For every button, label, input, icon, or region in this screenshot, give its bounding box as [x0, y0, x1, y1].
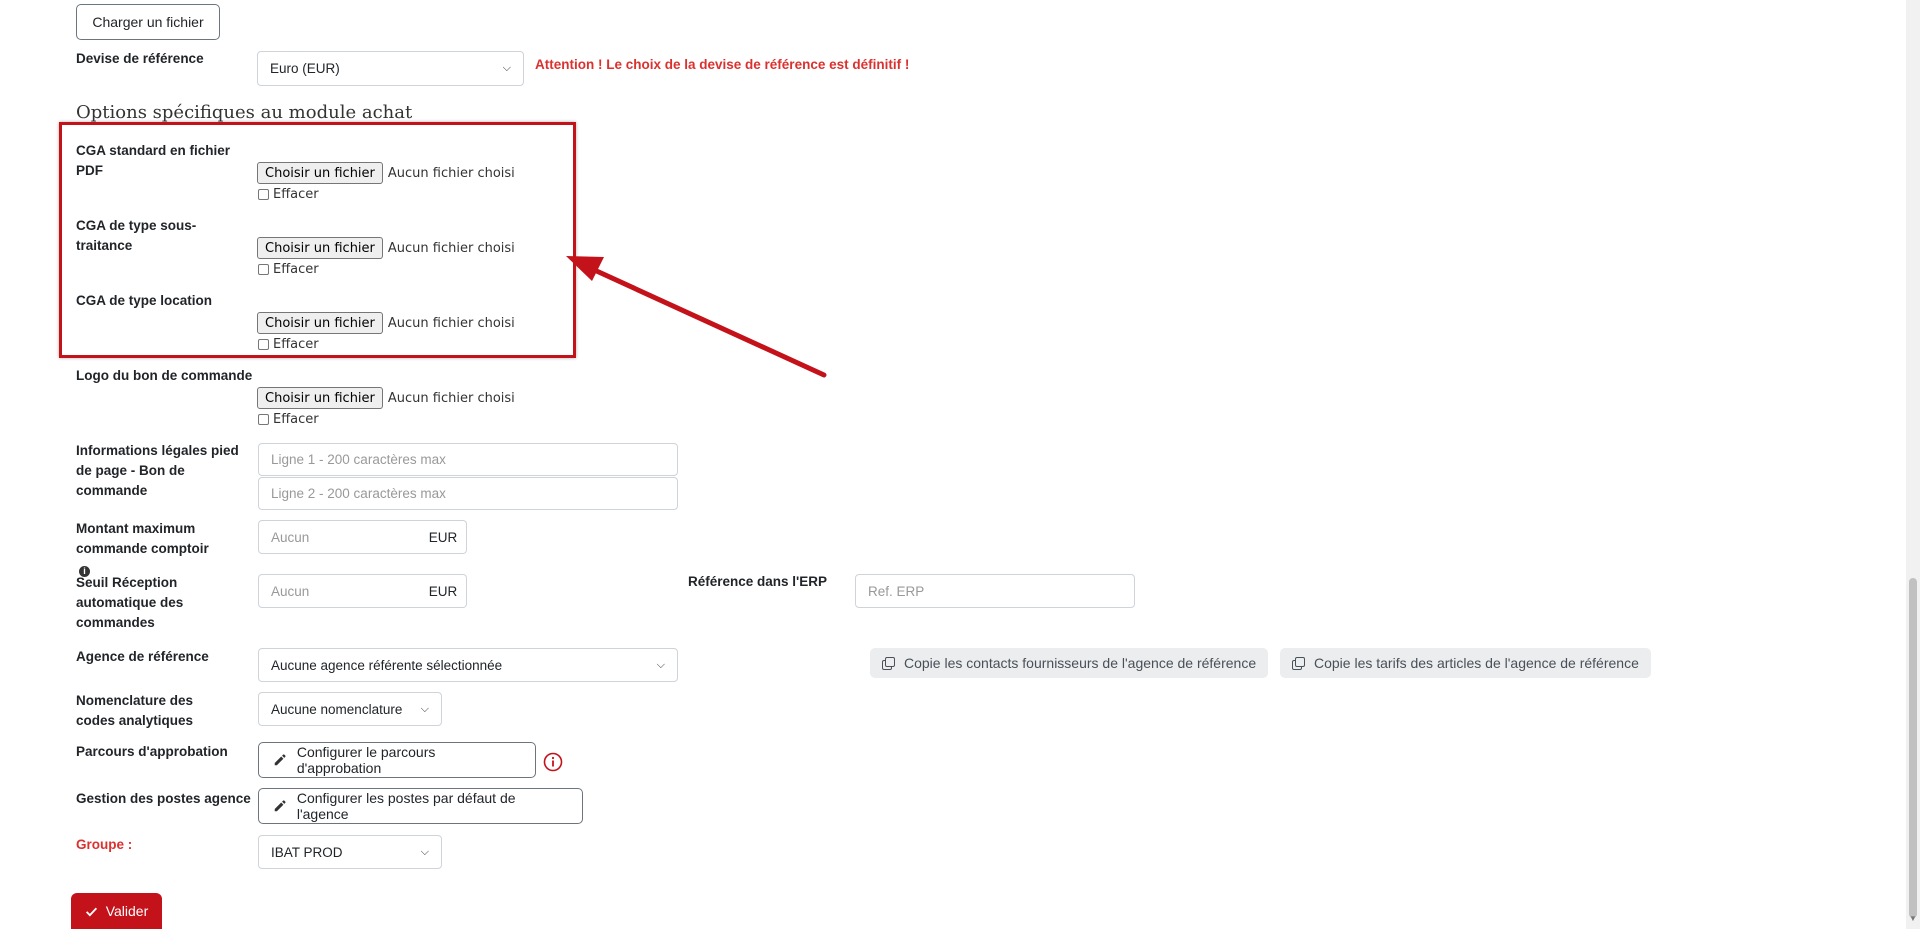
auto-reception-unit: EUR — [420, 574, 467, 608]
auto-reception-input[interactable]: Aucun — [258, 574, 421, 608]
scroll-down-arrow[interactable]: ▼ — [1909, 915, 1917, 923]
file-status: Aucun fichier choisi — [388, 390, 515, 406]
file-status-text: Aucun fichier choisi — [387, 391, 515, 406]
pencil-icon — [274, 754, 286, 766]
group-select-value: IBAT PROD — [271, 844, 343, 860]
reference-agency-label: Agence de référence — [76, 649, 209, 664]
group-label: Groupe : — [76, 837, 133, 852]
check-icon — [85, 907, 97, 916]
reference-agency-select-value: Aucune agence référente sélectionnée — [271, 657, 503, 673]
choose-file-button[interactable]: Choisir un fichier — [257, 387, 383, 409]
auto-reception-label: Seuil Réception automatique des commande… — [76, 575, 184, 630]
alert-info-icon[interactable] — [543, 752, 563, 772]
currency-select[interactable]: Euro (EUR) ⌵ — [257, 51, 524, 86]
chevron-down-icon: ⌵ — [420, 702, 429, 715]
copy-prices-label: Copie les tarifs des articles de l'agenc… — [1314, 655, 1639, 671]
currency-select-value: Euro (EUR) — [270, 61, 340, 76]
max-amount-input[interactable]: Aucun — [258, 520, 421, 554]
copy-prices-button[interactable]: Copie les tarifs des articles de l'agenc… — [1280, 648, 1651, 678]
po-logo-file-input[interactable]: Choisir un fichier Aucun fichier choisi — [257, 387, 515, 409]
configure-posts-button[interactable]: Configurer les postes par défaut de l'ag… — [258, 788, 583, 824]
configure-posts-label: Configurer les postes par défaut de l'ag… — [296, 790, 516, 822]
configure-approval-label: Configurer le parcours d'approbation — [296, 744, 436, 776]
scrollbar-thumb[interactable] — [1909, 578, 1917, 918]
chevron-down-icon: ⌵ — [656, 658, 665, 671]
reference-agency-select[interactable]: Aucune agence référente sélectionnée ⌵ — [258, 648, 678, 682]
upload-file-button[interactable]: Charger un fichier — [76, 4, 220, 40]
highlight-box — [59, 122, 576, 358]
analytics-label: Nomenclature des codes analytiques — [76, 693, 194, 728]
submit-button[interactable]: Valider — [71, 893, 162, 929]
erp-reference-input[interactable]: Ref. ERP — [855, 574, 1135, 608]
chevron-down-icon: ⌵ — [420, 845, 429, 858]
posts-label: Gestion des postes agence — [76, 791, 251, 806]
group-select[interactable]: IBAT PROD ⌵ — [258, 835, 442, 869]
submit-label: Valider — [105, 903, 149, 919]
approval-label: Parcours d'approbation — [76, 744, 228, 759]
po-logo-clear[interactable]: Effacer — [258, 412, 319, 427]
choose-file-label: Choisir un fichier — [265, 390, 375, 406]
chevron-down-icon: ⌵ — [502, 62, 511, 74]
pencil-icon — [274, 800, 286, 812]
upload-file-button-label: Charger un fichier — [92, 14, 204, 30]
clear-checkbox[interactable] — [258, 414, 269, 425]
legal-info-label: Informations légales pied de page - Bon … — [76, 443, 239, 498]
copy-icon — [1292, 657, 1305, 670]
erp-reference-label: Référence dans l'ERP — [688, 574, 828, 589]
currency-label: Devise de référence — [76, 51, 204, 66]
copy-contacts-button[interactable]: Copie les contacts fournisseurs de l'age… — [870, 648, 1269, 678]
clear-label: Effacer — [273, 412, 319, 427]
section-title: Options spécifiques au module achat — [76, 102, 413, 123]
max-amount-label-text: Montant maximum commande comptoir — [76, 521, 209, 556]
copy-icon — [882, 657, 895, 670]
configure-approval-button[interactable]: Configurer le parcours d'approbation — [258, 742, 536, 778]
analytics-select-value: Aucune nomenclature — [271, 701, 403, 717]
legal-line2-input[interactable]: Ligne 2 - 200 caractères max — [258, 477, 678, 510]
max-amount-label: Montant maximum commande comptoir i — [76, 519, 226, 579]
currency-warning: Attention ! Le choix de la devise de réf… — [535, 57, 910, 72]
copy-contacts-label: Copie les contacts fournisseurs de l'age… — [904, 655, 1257, 671]
analytics-select[interactable]: Aucune nomenclature ⌵ — [258, 692, 442, 726]
max-amount-unit: EUR — [420, 520, 467, 554]
po-logo-label: Logo du bon de commande — [76, 368, 253, 383]
legal-line1-input[interactable]: Ligne 1 - 200 caractères max — [258, 443, 678, 476]
